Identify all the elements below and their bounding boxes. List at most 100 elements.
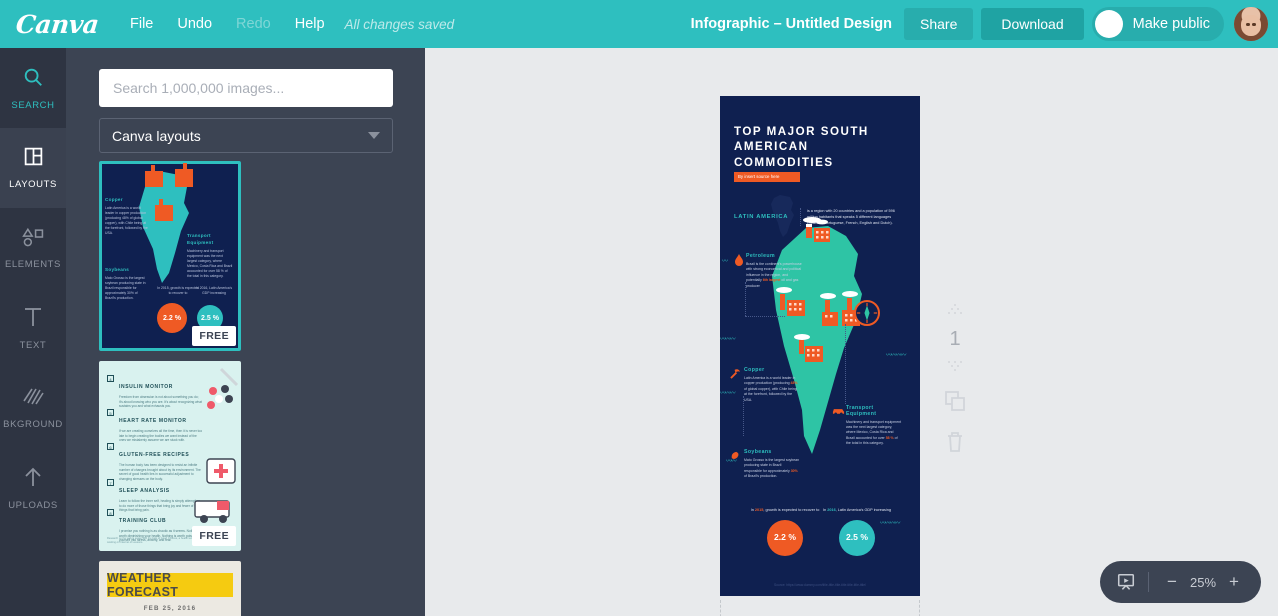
sidebar-item-uploads[interactable]: UPLOADS xyxy=(0,448,66,528)
thumb2-ambulance-icon xyxy=(194,500,230,523)
sidebar-label-uploads: UPLOADS xyxy=(8,499,58,511)
thumb2-medkit-icon xyxy=(206,458,236,484)
thumb2-row: 6GLUTEN-FREE RECIPES The human body has … xyxy=(107,443,203,482)
avatar-face xyxy=(1241,15,1261,36)
source-tag[interactable]: By insert source here xyxy=(734,172,800,182)
compass-icon xyxy=(854,300,880,326)
stat-growth-value: 2.2 % xyxy=(767,519,803,556)
page-controls: 1 xyxy=(935,303,975,458)
layout-source-dropdown[interactable]: Canva layouts xyxy=(99,118,393,153)
sidebar-item-search[interactable]: SEARCH xyxy=(0,48,66,128)
thumb2-row: 7SLEEP ANALYSIS Learn to follow the inne… xyxy=(107,479,203,513)
make-public-toggle[interactable]: Make public xyxy=(1091,7,1224,41)
thumb2-row: 4INSULIN MONITOR Freedom from obsession … xyxy=(107,375,203,409)
section-petroleum[interactable]: Petroleum Brazil is the continent's power… xyxy=(746,253,802,289)
duplicate-page-icon[interactable] xyxy=(944,390,966,417)
top-bar-right: Infographic – Untitled Design Share Down… xyxy=(691,0,1278,48)
search-input[interactable] xyxy=(99,69,393,107)
page-source-line[interactable]: Source: https://www.dummy.com/title-titl… xyxy=(740,583,900,588)
sidebar-item-background[interactable]: BKGROUND xyxy=(0,368,66,448)
thumb1-transport: Transport Equipment Machinery and transpo… xyxy=(187,233,233,279)
sidebar-label-search: SEARCH xyxy=(11,99,55,111)
menu-item-file[interactable]: File xyxy=(118,10,165,38)
car-icon xyxy=(832,406,845,417)
sidebar-label-elements: ELEMENTS xyxy=(4,258,61,270)
avatar-eye-left xyxy=(1245,22,1250,26)
chevron-down-icon xyxy=(368,132,380,139)
sidebar-label-text: TEXT xyxy=(19,339,47,351)
layout-thumbnail-health-tracker-list[interactable]: 4INSULIN MONITOR Freedom from obsession … xyxy=(99,361,241,551)
thumb1-copper: Copper Latin America is a world leader in… xyxy=(105,197,148,236)
present-icon[interactable] xyxy=(1116,572,1136,592)
share-button[interactable]: Share xyxy=(904,8,974,40)
region-label[interactable]: LATIN AMERICA xyxy=(734,214,788,220)
dotted-connector xyxy=(845,324,846,404)
avatar-eye-right xyxy=(1252,22,1257,26)
layouts-panel: Canva layouts CopperLatin America is a w… xyxy=(66,48,425,616)
zoom-toolbar: − 25% + xyxy=(1100,561,1261,603)
wave-decoration: 〰〰 xyxy=(726,459,737,465)
delete-page-icon[interactable] xyxy=(945,431,965,458)
toolbar-divider xyxy=(1148,572,1149,592)
canva-logo[interactable]: Canva xyxy=(8,10,107,39)
left-rail: SEARCH LAYOUTS ELEMENTS TEXT BKGROUND UP… xyxy=(0,48,66,616)
layout-thumbnail-weather-forecast[interactable]: WEATHER FORECAST FEB 25, 2016 ⛅ 70%Chanc… xyxy=(99,561,241,616)
download-button[interactable]: Download xyxy=(981,8,1084,40)
save-status: All changes saved xyxy=(344,16,455,32)
wave-decoration: 〰〰〰〰 xyxy=(886,353,906,359)
dropdown-value: Canva layouts xyxy=(112,127,201,144)
main-menu: File Undo Redo Help All changes saved xyxy=(118,10,454,38)
sidebar-item-layouts[interactable]: LAYOUTS xyxy=(0,128,66,208)
sidebar-item-elements[interactable]: ELEMENTS xyxy=(0,208,66,288)
pickaxe-icon xyxy=(730,368,741,379)
zoom-out-button[interactable]: − xyxy=(1161,572,1183,592)
dotted-connector xyxy=(745,316,785,317)
thumb1-factories xyxy=(145,163,193,187)
zoom-level: 25% xyxy=(1189,574,1217,590)
chevron-down-icon[interactable] xyxy=(944,359,966,376)
layouts-icon xyxy=(23,146,44,172)
thumb3-date: FEB 25, 2016 xyxy=(143,605,197,612)
thumb2-pills-decoration xyxy=(207,367,239,409)
menu-item-undo[interactable]: Undo xyxy=(165,10,224,38)
wave-decoration: 〰 xyxy=(722,259,728,265)
menu-item-redo[interactable]: Redo xyxy=(224,10,283,38)
stat-gdp[interactable]: In 2016, Latin America's GDP increasing … xyxy=(820,508,894,556)
make-public-label: Make public xyxy=(1132,16,1210,32)
stat-growth[interactable]: In 2015, growth is expected to recover t… xyxy=(748,508,822,556)
section-transport[interactable]: Transport Equipment Machinery and transpo… xyxy=(846,405,902,447)
background-icon xyxy=(22,387,44,412)
uploads-icon xyxy=(23,466,43,493)
thumb1-stat2-label: In 2016, Latin America's GDP increasing xyxy=(195,286,233,296)
design-page[interactable]: TOP MAJOR SOUTH AMERICAN COMMODITIES By … xyxy=(720,96,920,596)
factory-icon xyxy=(794,334,823,362)
sidebar-label-layouts: LAYOUTS xyxy=(9,179,57,190)
thumb2-row: 5HEART RATE MONITOR If we are creating o… xyxy=(107,409,203,443)
document-title[interactable]: Infographic – Untitled Design xyxy=(691,16,892,32)
wave-decoration: 〰〰〰 xyxy=(720,391,736,397)
dotted-connector xyxy=(743,396,744,436)
layout-thumbnail-south-american-commodities[interactable]: Copper Latin America is a world leader in… xyxy=(99,161,241,351)
search-icon xyxy=(22,66,44,93)
free-badge: FREE xyxy=(192,526,236,546)
layout-thumbnail-grid: Copper Latin America is a world leader in… xyxy=(66,161,425,616)
canvas-area[interactable]: TOP MAJOR SOUTH AMERICAN COMMODITIES By … xyxy=(425,48,1278,616)
section-copper[interactable]: Copper Latin America is a world leader in… xyxy=(744,367,800,403)
factory-icon xyxy=(776,287,805,316)
thumb3-title-band: WEATHER FORECAST xyxy=(107,571,233,599)
toggle-knob xyxy=(1094,10,1123,38)
chevron-up-icon[interactable] xyxy=(944,303,966,320)
avatar[interactable] xyxy=(1234,7,1268,41)
zoom-in-button[interactable]: + xyxy=(1223,572,1245,592)
page-title[interactable]: TOP MAJOR SOUTH AMERICAN COMMODITIES xyxy=(734,124,906,170)
flame-icon xyxy=(734,254,743,266)
stat-gdp-value: 2.5 % xyxy=(839,519,875,556)
section-soybeans[interactable]: Soybeans Mato Grosso is the largest soybe… xyxy=(744,449,800,480)
menu-item-help[interactable]: Help xyxy=(283,10,337,38)
free-badge: FREE xyxy=(192,326,236,346)
wave-decoration: 〰〰〰 xyxy=(720,337,736,343)
thumb3-title: WEATHER FORECAST xyxy=(107,571,179,599)
thumb1-factory-mid xyxy=(155,199,173,221)
thumb1-stat1-value: 2.2 % xyxy=(157,303,187,333)
sidebar-item-text[interactable]: TEXT xyxy=(0,288,66,368)
